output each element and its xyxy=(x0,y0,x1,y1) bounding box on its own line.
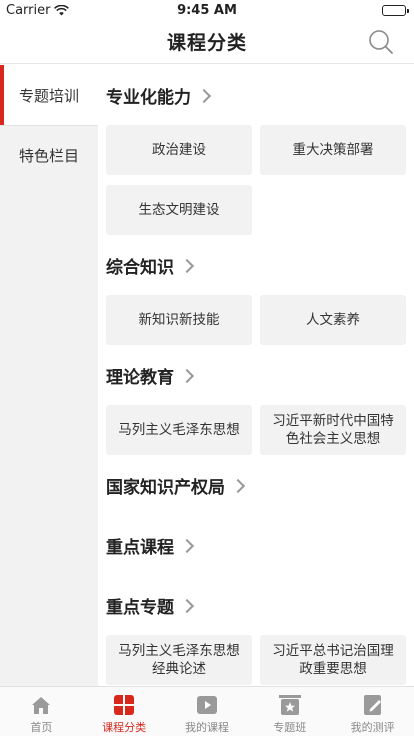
subcategory-grid: 新知识新技能 人文素养 xyxy=(98,295,414,345)
pencil-doc-icon xyxy=(363,695,381,715)
tab-pencil-doc[interactable]: 我的测评 xyxy=(331,687,414,736)
play-icon xyxy=(196,696,217,714)
chevron-right-icon xyxy=(179,538,195,553)
section-title: 重点课程 xyxy=(106,537,174,558)
subcategory-grid: 马列主义毛泽东思想经典论述 习近平总书记治国理政重要思想 xyxy=(98,635,414,685)
page-title: 课程分类 xyxy=(166,32,247,54)
section-title: 重点专题 xyxy=(106,597,174,618)
chevron-right-icon xyxy=(179,598,195,613)
section-title: 国家知识产权局 xyxy=(106,477,225,498)
chevron-right-icon xyxy=(179,258,195,273)
chevron-right-icon xyxy=(196,88,212,103)
search-icon[interactable] xyxy=(368,29,394,55)
status-time: 9:45 AM xyxy=(177,2,237,18)
tab-label: 课程分类 xyxy=(102,721,147,734)
tab-label: 首页 xyxy=(30,721,53,734)
category-content: 专业化能力政治建设 重大决策部署 生态文明建设综合知识新知识新技能 人文素养理论教育马… xyxy=(98,65,414,686)
section-header[interactable]: 综合知识 xyxy=(98,235,414,295)
subcategory-button[interactable]: 习近平新时代中国特色社会主义思想 xyxy=(260,405,406,455)
sidebar-item[interactable]: 特色栏目 xyxy=(0,125,98,185)
section-header[interactable]: 重点专题 xyxy=(98,575,414,635)
subcategory-grid: 马列主义毛泽东思想 习近平新时代中国特色社会主义思想 xyxy=(98,405,414,455)
chevron-right-icon xyxy=(179,368,195,383)
subcategory-button[interactable]: 新知识新技能 xyxy=(106,295,252,345)
subcategory-grid: 政治建设 重大决策部署 生态文明建设 xyxy=(98,125,414,235)
subcategory-button[interactable]: 马列主义毛泽东思想 xyxy=(106,405,252,455)
tab-play[interactable]: 我的课程 xyxy=(166,687,249,736)
section-header[interactable]: 国家知识产权局 xyxy=(98,455,414,515)
subcategory-button[interactable]: 习近平总书记治国理政重要思想 xyxy=(260,635,406,685)
tab-home[interactable]: 首页 xyxy=(0,687,83,736)
category-grid-icon xyxy=(114,695,135,715)
section-title: 专业化能力 xyxy=(106,87,191,108)
subcategory-button[interactable]: 人文素养 xyxy=(260,295,406,345)
star-board-icon xyxy=(278,695,301,715)
section-header[interactable]: 重点课程 xyxy=(98,515,414,575)
category-sidebar: 专题培训 特色栏目 xyxy=(0,65,98,686)
tab-label: 专题班 xyxy=(273,721,307,734)
section-title: 综合知识 xyxy=(106,257,174,278)
subcategory-button[interactable]: 生态文明建设 xyxy=(106,185,252,235)
subcategory-button[interactable]: 马列主义毛泽东思想经典论述 xyxy=(106,635,252,685)
section-header[interactable]: 理论教育 xyxy=(98,345,414,405)
home-icon xyxy=(32,697,51,714)
tab-bar: 首页 课程分类 我的课程 专题班 我的测评 xyxy=(0,686,414,736)
tab-star-board[interactable]: 专题班 xyxy=(248,687,331,736)
subcategory-button[interactable]: 重大决策部署 xyxy=(260,125,406,175)
tab-label: 我的测评 xyxy=(350,721,395,734)
section-title: 理论教育 xyxy=(106,367,174,388)
tab-category-grid[interactable]: 课程分类 xyxy=(83,687,166,736)
section-header[interactable]: 专业化能力 xyxy=(98,65,414,125)
sidebar-item[interactable]: 专题培训 xyxy=(0,65,98,125)
subcategory-button[interactable]: 政治建设 xyxy=(106,125,252,175)
nav-bar: 课程分类 xyxy=(0,20,414,64)
tab-label: 我的课程 xyxy=(184,721,229,734)
chevron-right-icon xyxy=(230,478,246,493)
status-bar: Carrier 9:45 AM xyxy=(0,0,414,20)
battery-icon xyxy=(382,5,409,16)
